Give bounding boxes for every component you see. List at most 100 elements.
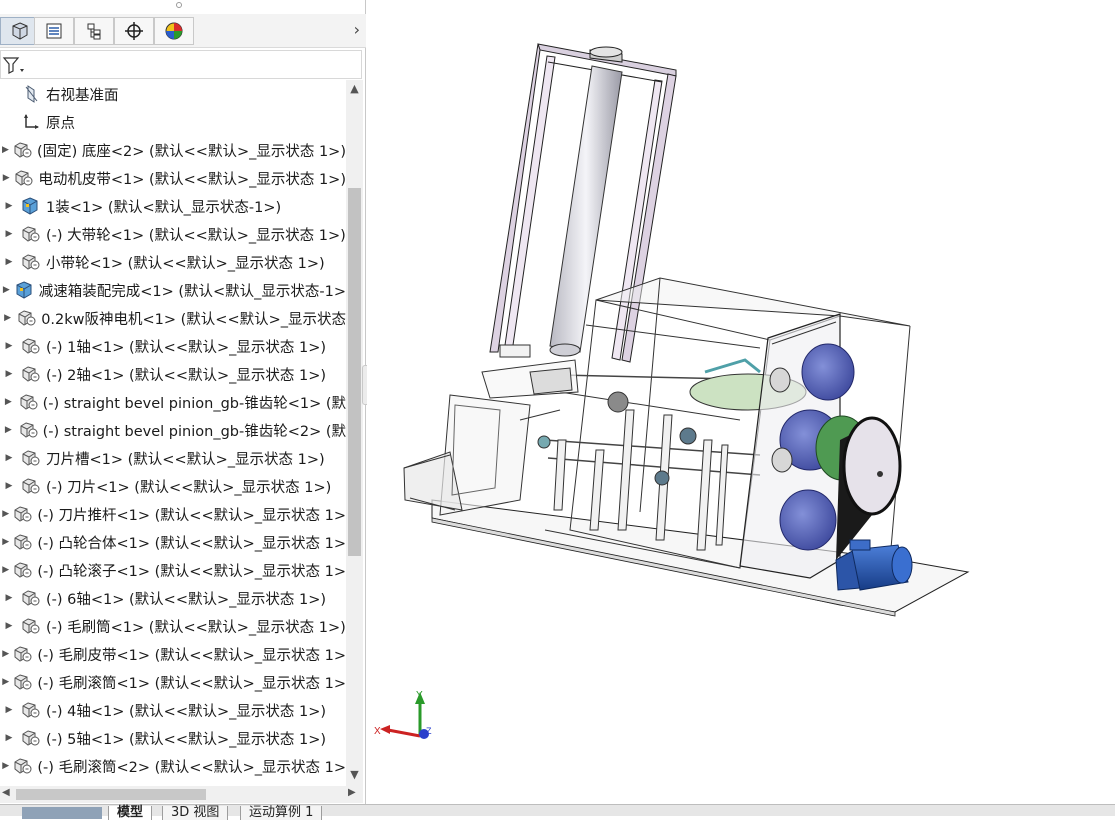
- tree-item-label: (-) 2轴<1> (默认<<默认>_显示状态 1>): [46, 367, 327, 384]
- expand-arrow-icon[interactable]: ▶: [2, 285, 11, 295]
- tree-item-component[interactable]: ▶ (-) 毛刷滚筒<1> (默认<<默认>_显示状态 1>: [0, 668, 346, 696]
- tree-item-component[interactable]: ▶ (固定) 底座<2> (默认<<默认>_显示状态 1>): [0, 136, 346, 164]
- z-axis-label: Z: [426, 726, 432, 736]
- expand-arrow-icon[interactable]: ▶: [2, 677, 9, 687]
- part-icon: [13, 672, 33, 692]
- tab-navigation-arrows[interactable]: [22, 807, 102, 819]
- tree-item-label: (-) 毛刷滚筒<1> (默认<<默认>_显示状态 1>: [37, 675, 346, 692]
- tree-item-component[interactable]: ▶ (-) 刀片<1> (默认<<默认>_显示状态 1>): [0, 472, 346, 500]
- tree-item-component[interactable]: ▶ (-) 1轴<1> (默认<<默认>_显示状态 1>): [0, 332, 346, 360]
- part-icon: [20, 616, 42, 636]
- expand-arrow-icon[interactable]: ▶: [2, 649, 9, 659]
- configuration-manager-tab[interactable]: [74, 17, 114, 45]
- panel-grip-dot[interactable]: [176, 2, 182, 8]
- chevron-right-icon[interactable]: ›: [354, 20, 360, 39]
- expand-arrow-icon[interactable]: ▶: [2, 145, 9, 155]
- tree-item-component[interactable]: ▶ (-) straight bevel pinion_gb-锥齿轮<1> (默: [0, 388, 346, 416]
- tree-item-label: (-) 5轴<1> (默认<<默认>_显示状态 1>): [46, 731, 327, 748]
- tree-item-subassembly[interactable]: ▶ 减速箱装配完成<1> (默认<默认_显示状态-1>: [0, 276, 346, 304]
- tree-item-label: (-) 刀片<1> (默认<<默认>_显示状态 1>): [46, 479, 332, 496]
- filter-icon[interactable]: [2, 54, 26, 76]
- dimxpert-manager-tab[interactable]: [114, 17, 154, 45]
- expand-arrow-icon[interactable]: ▶: [2, 537, 9, 547]
- tree-item-subassembly[interactable]: ▶ 1装<1> (默认<默认_显示状态-1>): [0, 192, 346, 220]
- tree-item-component[interactable]: ▶ (-) 5轴<1> (默认<<默认>_显示状态 1>): [0, 724, 346, 752]
- tab-motion-study[interactable]: 运动算例 1: [240, 806, 323, 820]
- part-icon: [13, 644, 33, 664]
- expand-arrow-icon[interactable]: ▶: [2, 369, 16, 379]
- expand-arrow-icon[interactable]: ▶: [2, 341, 16, 351]
- expand-arrow-icon[interactable]: ▶: [2, 425, 15, 435]
- tree-item-origin[interactable]: 原点: [0, 108, 346, 136]
- part-icon: [14, 168, 34, 188]
- tree-item-component[interactable]: ▶ (-) 凸轮滚子<1> (默认<<默认>_显示状态 1>: [0, 556, 346, 584]
- tree-item-label: (-) 毛刷筒<1> (默认<<默认>_显示状态 1>): [46, 619, 346, 636]
- brush-roller[interactable]: [549, 65, 623, 357]
- part-icon: [20, 364, 42, 384]
- expand-arrow-icon[interactable]: ▶: [2, 313, 13, 323]
- drive-pulley-and-belt[interactable]: [836, 416, 902, 560]
- expand-arrow-icon[interactable]: ▶: [2, 593, 16, 603]
- cube-icon: [12, 22, 28, 40]
- configuration-icon: [87, 23, 101, 40]
- scrollbar-thumb[interactable]: [348, 188, 361, 556]
- tree-item-component[interactable]: ▶ (-) 6轴<1> (默认<<默认>_显示状态 1>): [0, 584, 346, 612]
- tree-vertical-scrollbar[interactable]: ▲ ▼: [346, 80, 363, 786]
- expand-arrow-icon[interactable]: ▶: [2, 481, 16, 491]
- feature-tree: 右视基准面 原点 ▶ (固定) 底座<2> (默认<<默认>_显示状态 1>) …: [0, 80, 346, 786]
- tree-item-label: (固定) 底座<2> (默认<<默认>_显示状态 1>): [36, 143, 346, 160]
- tree-item-component[interactable]: ▶ (-) 2轴<1> (默认<<默认>_显示状态 1>): [0, 360, 346, 388]
- expand-arrow-icon[interactable]: ▶: [2, 229, 16, 239]
- tree-horizontal-scrollbar[interactable]: ◀ ▶: [0, 786, 363, 803]
- plane-icon: [20, 84, 42, 104]
- expand-arrow-icon[interactable]: ▶: [2, 453, 16, 463]
- part-icon: [20, 224, 42, 244]
- tab-model[interactable]: 模型: [108, 806, 153, 820]
- part-icon: [13, 756, 33, 776]
- tree-item-label: 电动机皮带<1> (默认<<默认>_显示状态 1>): [38, 171, 346, 188]
- assembly-model-view[interactable]: X Y Z: [367, 0, 1115, 804]
- tree-item-component[interactable]: ▶ (-) 毛刷筒<1> (默认<<默认>_显示状态 1>): [0, 612, 346, 640]
- expand-arrow-icon[interactable]: ▶: [2, 733, 16, 743]
- tree-item-component[interactable]: ▶ (-) 凸轮合体<1> (默认<<默认>_显示状态 1>: [0, 528, 346, 556]
- bottom-tab-bar: 模型 3D 视图 运动算例 1: [0, 804, 1115, 820]
- tree-filter-bar[interactable]: [0, 50, 362, 79]
- tree-item-component[interactable]: ▶ 小带轮<1> (默认<<默认>_显示状态 1>): [0, 248, 346, 276]
- expand-arrow-icon[interactable]: ▶: [2, 173, 10, 183]
- display-manager-tab[interactable]: [154, 17, 194, 45]
- tree-item-component[interactable]: ▶ (-) 4轴<1> (默认<<默认>_显示状态 1>): [0, 696, 346, 724]
- property-manager-tab[interactable]: [34, 17, 74, 45]
- tree-item-label: (-) 1轴<1> (默认<<默认>_显示状态 1>): [46, 339, 327, 356]
- tree-item-label: (-) 大带轮<1> (默认<<默认>_显示状态 1>): [46, 227, 346, 244]
- scroll-down-icon[interactable]: ▼: [346, 768, 363, 781]
- tree-item-right-plane[interactable]: 右视基准面: [0, 80, 346, 108]
- tree-item-label: 小带轮<1> (默认<<默认>_显示状态 1>): [46, 255, 325, 272]
- scroll-right-icon[interactable]: ▶: [348, 787, 356, 798]
- electric-motor[interactable]: [835, 539, 913, 591]
- tree-item-component[interactable]: ▶ (-) 毛刷滚筒<2> (默认<<默认>_显示状态 1>: [0, 752, 346, 780]
- expand-arrow-icon[interactable]: ▶: [2, 621, 16, 631]
- expand-arrow-icon[interactable]: ▶: [2, 705, 16, 715]
- expand-arrow-icon[interactable]: ▶: [2, 509, 9, 519]
- tree-item-label: (-) 4轴<1> (默认<<默认>_显示状态 1>): [46, 703, 327, 720]
- tree-item-component[interactable]: ▶ 刀片槽<1> (默认<<默认>_显示状态 1>): [0, 444, 346, 472]
- scroll-up-icon[interactable]: ▲: [346, 82, 363, 95]
- expand-arrow-icon[interactable]: ▶: [2, 257, 16, 267]
- tree-item-component[interactable]: ▶ 0.2kw阪神电机<1> (默认<<默认>_显示状态: [0, 304, 346, 332]
- expand-arrow-icon[interactable]: ▶: [2, 201, 16, 211]
- tree-item-component[interactable]: ▶ 电动机皮带<1> (默认<<默认>_显示状态 1>): [0, 164, 346, 192]
- tree-item-component[interactable]: ▶ (-) 刀片推杆<1> (默认<<默认>_显示状态 1>: [0, 500, 346, 528]
- scrollbar-thumb[interactable]: [16, 789, 206, 800]
- tree-item-component[interactable]: ▶ (-) 大带轮<1> (默认<<默认>_显示状态 1>): [0, 220, 346, 248]
- graphics-viewport[interactable]: X Y Z: [367, 0, 1115, 804]
- scroll-left-icon[interactable]: ◀: [2, 787, 10, 798]
- manager-tab-strip: ›: [0, 14, 366, 48]
- expand-arrow-icon[interactable]: ▶: [2, 397, 15, 407]
- tree-item-component[interactable]: ▶ (-) straight bevel pinion_gb-锥齿轮<2> (默: [0, 416, 346, 444]
- tab-3d-view[interactable]: 3D 视图: [162, 806, 229, 820]
- expand-arrow-icon[interactable]: ▶: [2, 761, 9, 771]
- expand-arrow-icon[interactable]: ▶: [2, 565, 9, 575]
- tree-item-label: 原点: [46, 115, 75, 132]
- feed-hopper[interactable]: [403, 394, 531, 516]
- tree-item-component[interactable]: ▶ (-) 毛刷皮带<1> (默认<<默认>_显示状态 1>: [0, 640, 346, 668]
